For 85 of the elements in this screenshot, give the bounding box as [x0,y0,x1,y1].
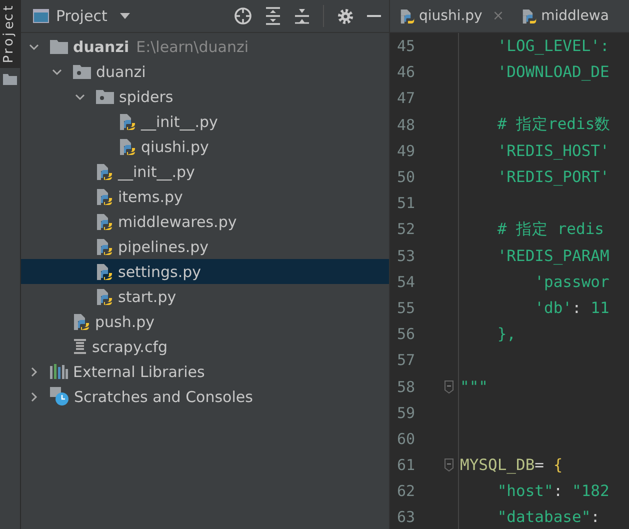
settings-icon[interactable] [337,8,354,24]
python-file-icon [119,138,136,156]
line-number: 57 [396,351,416,370]
tree-item[interactable]: scrapy.cfg [21,334,389,359]
code-line: 'passwor [534,272,610,291]
code-line: 'db': 11 [534,298,610,317]
panel-title[interactable]: Project [56,7,108,25]
collapse-all-icon[interactable] [294,7,310,25]
fold-marker-icon[interactable] [444,458,454,472]
line-number: 63 [396,508,416,526]
line-number: 61 [396,456,416,474]
line-number: 62 [396,482,416,500]
fold-marker-icon[interactable] [444,380,454,394]
code-line: "host": "182 [496,482,610,500]
package-folder-icon [96,90,114,104]
scratches-icon [50,387,69,406]
tree-item[interactable]: push.py [21,309,389,334]
expand-all-icon[interactable] [265,7,281,25]
python-file-icon [96,288,113,306]
tree-item[interactable]: External Libraries [21,359,389,384]
folder-icon[interactable] [3,74,17,84]
python-file-icon [400,8,415,24]
line-number: 47 [396,89,416,108]
line-number: 55 [396,298,416,317]
tree-item[interactable]: spiders [21,84,389,109]
line-number: 52 [396,220,416,238]
code-line: """ [460,378,488,396]
editor-tab[interactable]: middlewa [512,0,617,32]
python-file-icon [73,312,90,330]
tree-item[interactable]: __init__.py [21,159,389,184]
python-file-icon [119,112,136,130]
code-line: 'REDIS_PARAM [496,246,610,265]
code-line: MYSQL_DB= { [460,456,563,474]
tree-item[interactable]: items.py [21,184,389,209]
code-line: # 指定redis数 [496,114,611,136]
editor-tab[interactable]: qiushi.py × [390,0,512,32]
python-file-icon [96,162,113,180]
locate-icon[interactable] [234,7,252,25]
line-number: 59 [396,404,416,422]
package-folder-icon [73,64,91,78]
tree-item[interactable]: Scratches and Consoles [21,384,389,409]
line-number: 56 [396,325,416,344]
chevron-right-icon[interactable] [29,392,39,402]
line-number: 54 [396,272,416,291]
project-tool-tab[interactable]: Project [0,0,20,68]
config-file-icon [73,339,87,354]
code-line: 'REDIS_HOST' [496,142,610,160]
line-number: 45 [396,37,416,56]
tree-item[interactable]: __init__.py [21,109,389,134]
chevron-right-icon[interactable] [29,366,39,376]
folder-path: E:\learn\duanzi [136,38,248,56]
code-line: "database": [496,508,600,526]
python-file-icon [96,238,113,256]
python-file-icon [96,188,113,206]
tree-item[interactable]: qiushi.py [21,134,389,159]
line-number: 46 [396,63,416,82]
python-file-icon [522,8,538,24]
python-file-icon [96,262,113,280]
tree-item[interactable]: middlewares.py [21,209,389,234]
minimize-icon[interactable] [367,14,381,18]
tree-item[interactable]: duanzi [21,59,389,84]
line-number: 50 [396,168,416,186]
code-line: # 指定 redis [496,218,604,240]
line-number: 48 [396,116,416,134]
line-number: 60 [396,430,416,448]
tree-item[interactable]: settings.py [21,259,389,284]
libraries-icon [50,364,68,379]
folder-icon [50,40,68,54]
code-line: 'LOG_LEVEL': [496,37,610,56]
code-line: }, [496,325,516,344]
line-number: 58 [396,378,416,396]
tree-item[interactable]: start.py [21,284,389,309]
dropdown-icon[interactable] [120,13,130,19]
tree-item[interactable]: duanzi E:\learn\duanzi [21,34,389,59]
line-number: 49 [396,142,416,160]
tree-item[interactable]: pipelines.py [21,234,389,259]
line-number: 51 [396,194,416,212]
window-icon [33,9,49,23]
chevron-down-icon[interactable] [75,92,85,102]
chevron-down-icon[interactable] [29,42,39,52]
python-file-icon [96,212,113,230]
code-line: 'REDIS_PORT' [496,168,610,186]
code-line: 'DOWNLOAD_DE [496,63,610,82]
chevron-down-icon[interactable] [52,66,62,76]
line-number: 53 [396,246,416,265]
